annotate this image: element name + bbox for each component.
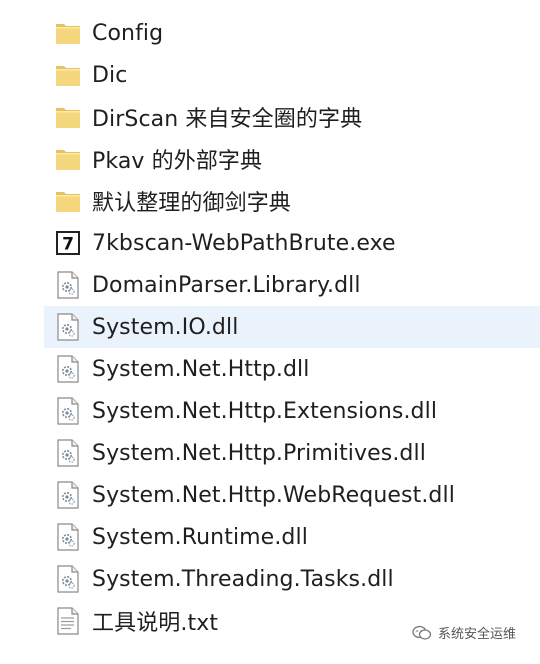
wechat-icon (412, 625, 432, 641)
file-row-folder[interactable]: Config (0, 12, 540, 54)
file-row-dll[interactable]: System.Net.Http.Primitives.dll (0, 432, 540, 474)
file-row-folder[interactable]: 默认整理的御剑字典 (0, 180, 540, 222)
file-name: System.Runtime.dll (92, 524, 308, 550)
dll-file-icon (55, 523, 81, 551)
file-name: System.Net.Http.dll (92, 356, 310, 382)
file-name: System.Net.Http.WebRequest.dll (92, 482, 455, 508)
dll-file-icon (55, 355, 81, 383)
file-name: Config (92, 20, 164, 46)
file-row-dll[interactable]: System.Net.Http.WebRequest.dll (0, 474, 540, 516)
file-row-dll[interactable]: System.Net.Http.dll (0, 348, 540, 390)
file-list: Config Dic DirScan 来自安全圈的字典 Pkav 的外部字典默认整理的… (0, 12, 540, 642)
file-name: 7kbscan-WebPathBrute.exe (92, 230, 396, 256)
file-name: DirScan 来自安全圈的字典 (92, 107, 363, 132)
file-row-dll[interactable]: System.IO.dll (44, 306, 540, 348)
file-name: System.Net.Http.Primitives.dll (92, 440, 426, 466)
file-name: System.Net.Http.Extensions.dll (92, 398, 438, 424)
dll-file-icon (55, 439, 81, 467)
file-name: Pkav 的外部字典 (92, 149, 263, 174)
file-name: 工具说明.txt (92, 611, 219, 636)
dll-file-icon (55, 565, 81, 593)
file-explorer-view: Config Dic DirScan 来自安全圈的字典 Pkav 的外部字典默认整理的… (0, 0, 540, 664)
dll-file-icon (55, 481, 81, 509)
file-name: DomainParser.Library.dll (92, 272, 361, 298)
file-row-folder[interactable]: Dic (0, 54, 540, 96)
folder-icon (55, 19, 81, 47)
file-row-dll[interactable]: DomainParser.Library.dll (0, 264, 540, 306)
folder-icon (55, 61, 81, 89)
file-name: Dic (92, 62, 128, 88)
folder-icon (55, 103, 81, 131)
folder-icon (55, 187, 81, 215)
file-row-dll[interactable]: System.Threading.Tasks.dll (0, 558, 540, 600)
7zip-exe-icon: 7 (55, 229, 81, 257)
svg-text:7: 7 (62, 235, 74, 255)
watermark-text: 系统安全运维 (437, 627, 516, 642)
file-row-folder[interactable]: DirScan 来自安全圈的字典 (0, 96, 540, 138)
dll-file-icon (55, 397, 81, 425)
file-row-dll[interactable]: System.Runtime.dll (0, 516, 540, 558)
file-name: System.Threading.Tasks.dll (92, 566, 394, 592)
file-name: 默认整理的御剑字典 (92, 191, 291, 216)
dll-file-icon (55, 313, 81, 341)
file-name: System.IO.dll (92, 314, 239, 340)
file-row-dll[interactable]: System.Net.Http.Extensions.dll (0, 390, 540, 432)
folder-icon (55, 145, 81, 173)
text-file-icon (55, 607, 81, 635)
file-row-exe[interactable]: 7 7kbscan-WebPathBrute.exe (0, 222, 540, 264)
file-row-folder[interactable]: Pkav 的外部字典 (0, 138, 540, 180)
watermark: 系统安全运维 (412, 623, 516, 642)
dll-file-icon (55, 271, 81, 299)
